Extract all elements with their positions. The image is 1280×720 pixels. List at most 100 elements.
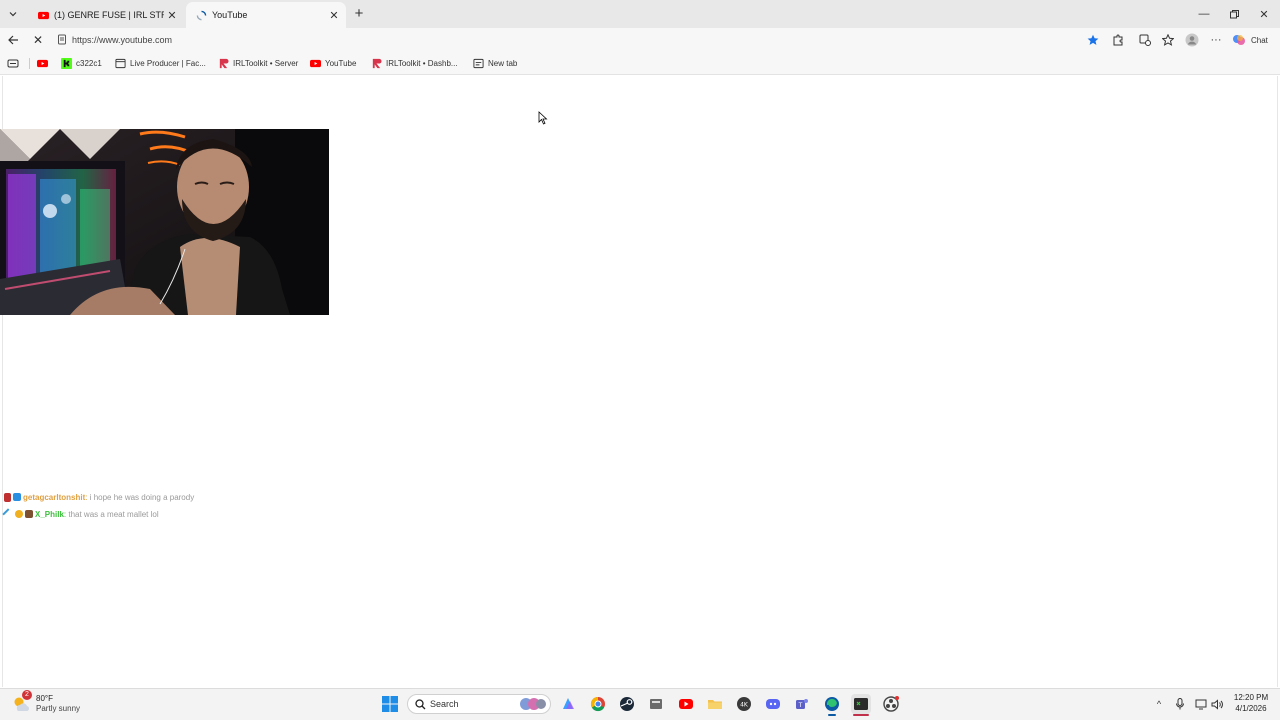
taskbar-file-explorer[interactable] (705, 694, 725, 714)
bookmark-label: YouTube (325, 59, 357, 68)
webcam-scene-image (0, 129, 329, 315)
bookmark-youtube-icon-only[interactable] (37, 56, 52, 71)
irltoolkit-icon (219, 58, 229, 69)
bookmark-live-producer[interactable]: Live Producer | Fac... (115, 56, 206, 71)
taskbar-edge[interactable] (822, 694, 842, 716)
chevron-up-icon: ^ (1156, 699, 1162, 709)
copilot-chat-button[interactable]: Chat (1232, 31, 1268, 49)
new-tab-button[interactable]: + (350, 5, 368, 23)
speaker-icon (1211, 698, 1223, 710)
bookmark-new-tab[interactable]: New tab (473, 56, 517, 71)
plus-icon: + (354, 5, 364, 22)
youtube-icon (38, 11, 49, 19)
puzzle-icon (1113, 34, 1123, 46)
svg-text:4K: 4K (740, 702, 749, 709)
tab-actions-menu-button[interactable] (4, 5, 22, 23)
copilot-icon (1233, 35, 1245, 45)
chat-text: i hope he was doing a parody (89, 492, 195, 502)
microphone-icon (1176, 698, 1184, 710)
taskbar-chrome[interactable] (588, 694, 608, 714)
search-icon (415, 699, 426, 710)
taskbar-obs[interactable] (881, 694, 901, 714)
bookmark-label: IRLToolkit • Dashb... (386, 59, 458, 68)
copilot-icon (563, 698, 574, 709)
tab-title: (1) GENRE FUSE | IRL STREAM #ad (54, 10, 164, 20)
bookmark-irltoolkit-server[interactable]: IRLToolkit • Server (218, 56, 298, 71)
obs-icon (883, 696, 899, 712)
volume-tray[interactable] (1210, 698, 1224, 710)
search-placeholder: Search (430, 699, 459, 709)
weather-widget[interactable]: 2 80°F Partly sunny (12, 690, 81, 716)
bookmark-label: New tab (488, 59, 518, 68)
taskbar-youtube[interactable] (676, 694, 696, 714)
chat-username: getagcarltonshit (23, 492, 86, 502)
favorites-toggle-button[interactable] (7, 56, 19, 71)
new-tab-page-icon (473, 58, 484, 69)
address-bar[interactable]: https://www.youtube.com (52, 30, 1106, 50)
back-button[interactable] (4, 32, 22, 48)
bookmark-label: c322c1 (76, 59, 102, 68)
favorite-star-button[interactable] (1085, 32, 1101, 48)
taskbar-discord[interactable] (763, 694, 783, 714)
bookmark-youtube[interactable]: YouTube (310, 56, 356, 71)
close-window-button[interactable]: ✕ (1248, 0, 1280, 28)
folder-icon (708, 700, 722, 709)
4k-app-icon: 4K (737, 697, 751, 711)
weather-temperature: 80°F (36, 694, 53, 703)
tab-youtube[interactable]: YouTube ✕ (186, 2, 346, 28)
taskbar-clock[interactable]: 12:20 PM 4/1/2026 (1228, 692, 1274, 714)
chevron-down-icon (9, 12, 17, 17)
taskbar-4k-app[interactable]: 4K (734, 694, 754, 714)
restore-button[interactable] (1218, 0, 1250, 28)
search-highlight-image (520, 698, 546, 710)
extensions-button[interactable] (1110, 32, 1126, 48)
youtube-icon (679, 699, 693, 709)
favorites-divider (29, 58, 30, 69)
windows-taskbar (0, 688, 1280, 720)
loading-spinner-icon (196, 10, 207, 20)
bookmark-label: IRLToolkit • Server (233, 59, 299, 68)
network-icon (1195, 699, 1207, 709)
browser-essentials-button[interactable] (1137, 32, 1153, 48)
close-tab-icon[interactable]: ✕ (326, 9, 342, 22)
taskbar-app-generic[interactable] (646, 694, 666, 714)
taskbar-search-box[interactable]: Search (407, 694, 551, 714)
restore-icon (1229, 9, 1239, 18)
mouse-cursor-icon (538, 111, 548, 125)
clock-time: 12:20 PM (1233, 693, 1269, 702)
start-button[interactable] (380, 694, 400, 714)
favorites-button[interactable] (1160, 32, 1176, 48)
active-app-indicator (853, 714, 869, 716)
network-tray[interactable] (1194, 698, 1208, 710)
irltoolkit-icon (372, 58, 382, 69)
active-app-indicator (828, 714, 836, 716)
bookmark-irltoolkit-dashboard[interactable]: IRLToolkit • Dashb... (371, 56, 458, 71)
stop-icon: ✕ (32, 33, 44, 47)
microphone-tray[interactable] (1173, 698, 1187, 710)
taskbar-terminal[interactable] (851, 694, 871, 716)
minimize-button[interactable]: — (1188, 0, 1220, 28)
collections-icon (7, 59, 19, 68)
settings-menu-button[interactable]: ··· (1208, 32, 1224, 48)
tab-genre-fuse[interactable]: (1) GENRE FUSE | IRL STREAM #ad ✕ (28, 2, 184, 28)
close-icon: ✕ (1259, 8, 1269, 21)
profile-button[interactable] (1184, 32, 1200, 48)
url-text: https://www.youtube.com (72, 35, 173, 45)
bookmark-kick[interactable]: c322c1 (61, 56, 102, 71)
discord-icon (766, 699, 780, 709)
page-icon (115, 58, 126, 69)
favorites-icon (1162, 34, 1174, 46)
close-tab-icon[interactable]: ✕ (164, 9, 180, 22)
site-info-icon (58, 34, 66, 45)
minimize-icon: — (1198, 8, 1210, 20)
tab-title: YouTube (212, 10, 248, 20)
show-hidden-icons-button[interactable]: ^ (1152, 698, 1166, 710)
taskbar-steam[interactable] (617, 694, 637, 714)
youtube-icon (310, 59, 321, 68)
webcam-overlay-video (0, 129, 329, 315)
taskbar-copilot[interactable] (558, 694, 578, 714)
stop-loading-button[interactable]: ✕ (29, 32, 47, 48)
weather-condition: Partly sunny (36, 704, 81, 713)
taskbar-teams[interactable]: T (792, 694, 812, 714)
steam-icon (620, 697, 634, 711)
